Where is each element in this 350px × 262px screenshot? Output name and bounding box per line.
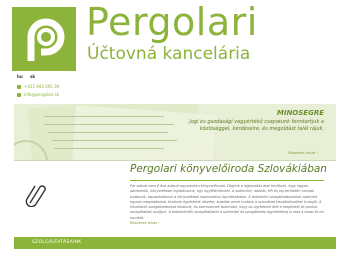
- nav-bar: SZOLGÁLTATÁSAINK: [14, 237, 336, 249]
- article-title: Pergolari könyvelőiroda Szlovákiában: [130, 163, 327, 175]
- hero-more-link[interactable]: Részletes leírás ›: [288, 151, 318, 155]
- logo-p-icon: [27, 18, 65, 61]
- nav-item-services[interactable]: SZOLGÁLTATÁSAINK: [32, 240, 82, 245]
- article-body: Pár szóval nem 8 éve alakult egyszerűen …: [130, 184, 324, 220]
- paperclip-icon: [25, 185, 46, 207]
- language-switcher: hu sk: [17, 74, 41, 79]
- hero-banner: MINOSEGRE Jogi és gazdasági vegyértékű c…: [14, 104, 336, 160]
- title-underline: [130, 180, 324, 181]
- logo[interactable]: [12, 7, 76, 71]
- contact-email[interactable]: info@pergolari.sk: [17, 92, 59, 97]
- article-more-link[interactable]: Részletes leírás ›: [130, 221, 160, 225]
- language-sk[interactable]: sk: [30, 74, 35, 79]
- contact-phone[interactable]: +421 944 092 39: [17, 84, 59, 89]
- language-hu[interactable]: hu: [17, 74, 23, 79]
- brand-name: Pergolari: [86, 0, 258, 44]
- hero-text: Jogi és gazdasági vegyértékű csapatunk f…: [189, 119, 324, 132]
- email-text: info@pergolari.sk: [24, 92, 60, 97]
- email-icon: [17, 93, 21, 97]
- phone-icon: [17, 85, 21, 89]
- hero-brand: MINOSEGRE: [276, 109, 324, 117]
- phone-text: +421 944 092 39: [24, 84, 60, 89]
- brand-subtitle: Účtovná kancelária: [87, 44, 251, 64]
